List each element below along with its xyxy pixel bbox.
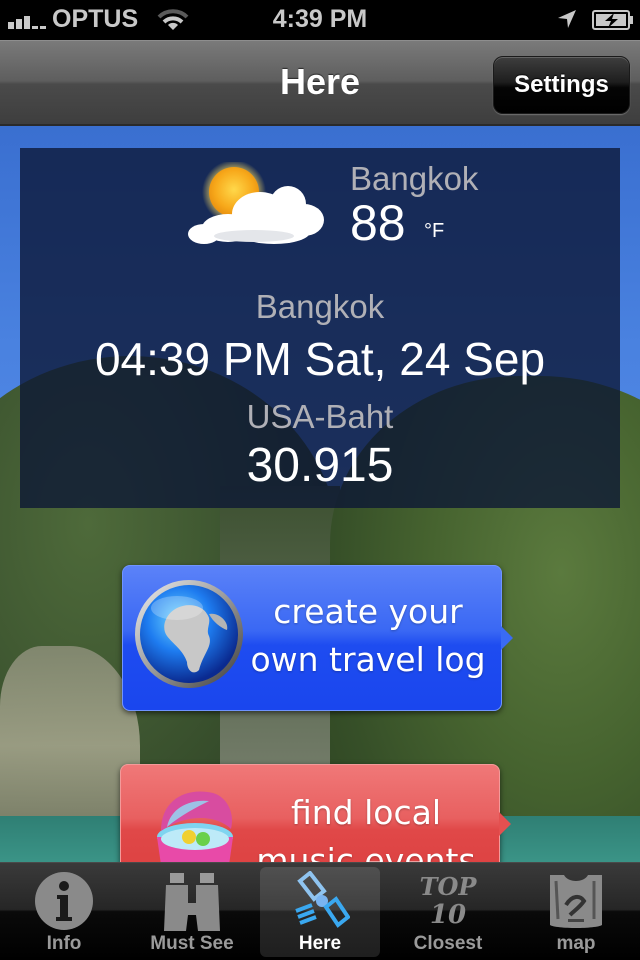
status-time: 4:39 PM bbox=[272, 5, 368, 33]
svg-text:TOP: TOP bbox=[420, 872, 478, 901]
tab-label: Closest bbox=[413, 933, 483, 954]
create-travel-log-button[interactable]: create your own travel log bbox=[122, 565, 513, 711]
clock-city: Bangkok bbox=[255, 288, 385, 325]
weather-temperature: 88 bbox=[350, 195, 406, 251]
temperature-unit: °F bbox=[424, 220, 445, 242]
promo-line: find local bbox=[290, 793, 442, 832]
map-icon bbox=[550, 875, 602, 928]
clock-datetime: 04:39 PM Sat, 24 Sep bbox=[94, 333, 546, 385]
tab-closest[interactable]: TOP 10 Closest bbox=[388, 867, 508, 957]
tab-label: Must See bbox=[150, 933, 234, 954]
navigation-bar: Here Settings bbox=[0, 40, 640, 126]
currency-rate: 30.915 bbox=[246, 439, 394, 492]
tab-here[interactable]: Here bbox=[260, 867, 380, 957]
promo-line: create your bbox=[273, 592, 463, 631]
promo-text: create your own travel log bbox=[235, 588, 501, 684]
info-card: Bangkok 88 °F Bangkok 04:39 PM Sat, 24 S… bbox=[20, 148, 620, 508]
currency-label: USA-Baht bbox=[246, 398, 394, 435]
settings-button[interactable]: Settings bbox=[493, 56, 630, 114]
globe-icon bbox=[135, 580, 243, 688]
tab-label: Here bbox=[298, 933, 342, 954]
weather-city: Bangkok bbox=[350, 160, 479, 197]
svg-text:10: 10 bbox=[430, 900, 466, 930]
tab-label: Info bbox=[46, 933, 82, 954]
status-bar: OPTUS 4:39 PM bbox=[0, 0, 640, 40]
location-arrow-icon bbox=[558, 10, 576, 28]
info-icon bbox=[35, 872, 93, 930]
tab-map[interactable]: map bbox=[516, 867, 636, 957]
tab-info[interactable]: Info bbox=[4, 867, 124, 957]
tab-must-see[interactable]: Must See bbox=[132, 867, 252, 957]
binoculars-icon bbox=[164, 873, 220, 931]
top-10-icon: TOP 10 bbox=[420, 872, 478, 930]
promo-line: own travel log bbox=[250, 640, 486, 679]
battery-charging-icon bbox=[592, 10, 633, 30]
satellite-icon bbox=[295, 871, 350, 928]
partly-cloudy-icon bbox=[188, 162, 324, 244]
tab-label: map bbox=[556, 933, 596, 954]
tab-bar: Info Must See Here TOP 10 Closest map bbox=[0, 862, 640, 960]
